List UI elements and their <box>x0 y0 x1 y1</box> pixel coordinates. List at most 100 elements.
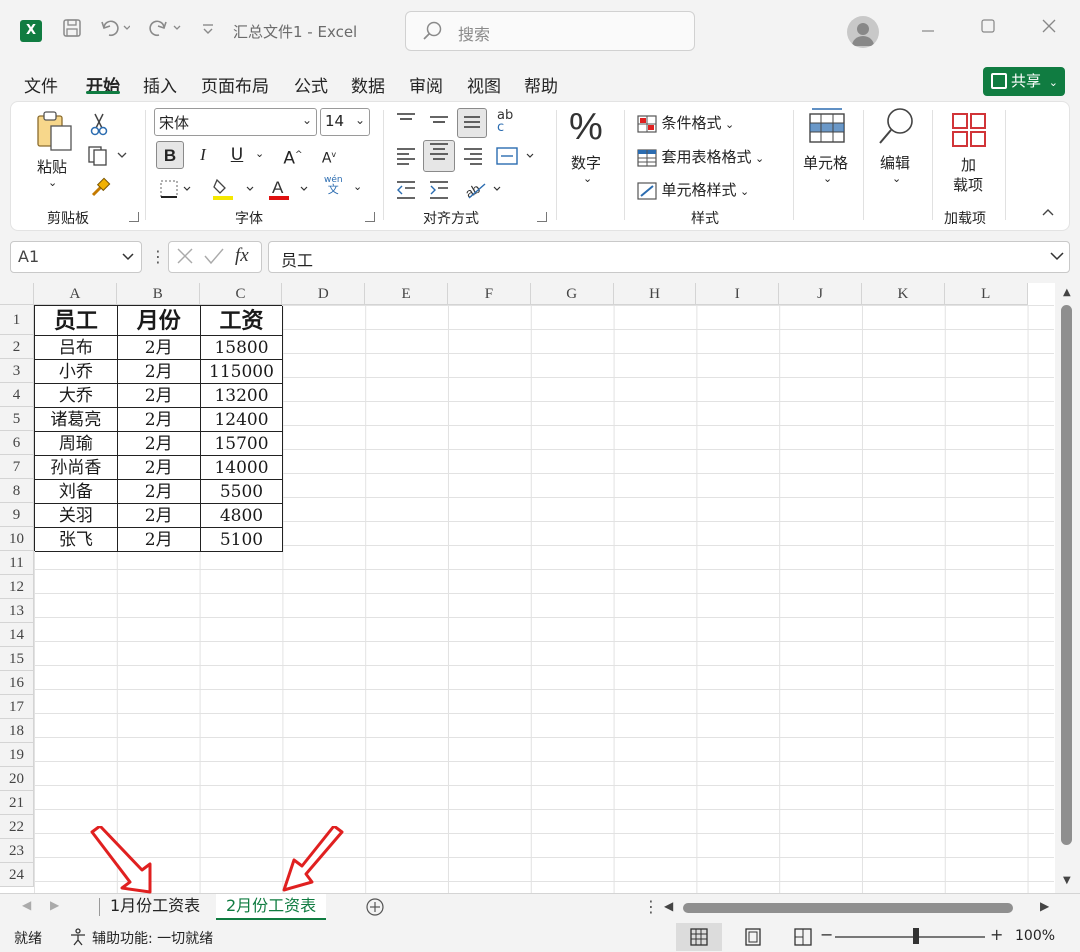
table-cell[interactable]: 张飞 <box>35 528 118 552</box>
row-header[interactable]: 13 <box>0 599 34 623</box>
editing-label[interactable]: 编辑 <box>880 152 910 173</box>
column-header[interactable]: F <box>448 283 531 305</box>
vertical-scrollbar[interactable]: ▲ ▼ <box>1055 283 1080 893</box>
column-header[interactable]: D <box>282 283 366 305</box>
table-cell[interactable]: 12400 <box>200 408 284 432</box>
tab-view[interactable]: 视图 <box>467 72 501 97</box>
tab-page-layout[interactable]: 页面布局 <box>201 72 269 97</box>
percent-icon[interactable]: % <box>569 106 603 149</box>
table-cell[interactable]: 吕布 <box>35 336 118 360</box>
formula-input[interactable]: 员工 <box>268 241 1070 273</box>
table-cell[interactable]: 孙尚香 <box>35 456 118 480</box>
tab-data[interactable]: 数据 <box>351 72 385 97</box>
row-header[interactable]: 6 <box>0 431 34 455</box>
tab-formulas[interactable]: 公式 <box>294 72 328 97</box>
row-header[interactable]: 10 <box>0 527 34 551</box>
table-cell[interactable]: 5500 <box>200 480 284 504</box>
merge-center-icon[interactable] <box>495 145 539 171</box>
tab-review[interactable]: 审阅 <box>409 72 443 97</box>
align-center-icon[interactable] <box>423 140 455 172</box>
scroll-up-icon[interactable]: ▲ <box>1063 287 1071 298</box>
enter-icon[interactable] <box>203 246 225 271</box>
table-cell[interactable]: 2月 <box>117 456 201 480</box>
underline-button[interactable]: U <box>223 141 251 169</box>
table-header-cell[interactable]: 员工 <box>35 306 118 336</box>
normal-view-button[interactable] <box>676 923 722 951</box>
cells-icon[interactable] <box>808 106 846 148</box>
phonetic-guide-icon[interactable]: wén 文 <box>324 175 343 195</box>
font-size-select[interactable]: 14 ⌄ <box>320 108 370 136</box>
table-cell[interactable]: 14000 <box>200 456 284 480</box>
addins-label-line2[interactable]: 载项 <box>953 174 983 195</box>
row-header[interactable]: 18 <box>0 719 34 743</box>
undo-icon[interactable] <box>100 18 131 43</box>
close-icon[interactable] <box>1041 18 1057 39</box>
customize-toolbar-icon[interactable] <box>200 18 216 43</box>
zoom-out-icon[interactable]: − <box>820 925 833 944</box>
row-header[interactable]: 9 <box>0 503 34 527</box>
worksheet-grid[interactable]: ABCDEFGHIJKL 1 2 3 4 5 6 7 8 9 10 11 12 13 14 15 16 17 18… <box>0 283 1080 893</box>
borders-icon[interactable] <box>159 178 193 204</box>
row-header[interactable]: 8 <box>0 479 34 503</box>
copy-icon[interactable] <box>87 145 131 171</box>
expand-formula-icon[interactable] <box>1049 248 1065 268</box>
row-header[interactable]: 22 <box>0 815 34 839</box>
editing-search-icon[interactable] <box>877 106 917 150</box>
row-header[interactable]: 4 <box>0 383 34 407</box>
table-cell[interactable]: 小乔 <box>35 360 118 384</box>
chevron-down-icon[interactable]: ⌄ <box>892 172 901 185</box>
row-header[interactable]: 14 <box>0 623 34 647</box>
scroll-thumb[interactable] <box>1061 305 1072 845</box>
accessibility-icon[interactable] <box>68 927 88 951</box>
row-header[interactable]: 15 <box>0 647 34 671</box>
format-painter-icon[interactable] <box>89 177 111 203</box>
addins-label-line1[interactable]: 加 <box>961 154 976 175</box>
column-header[interactable]: E <box>365 283 448 305</box>
cut-icon[interactable] <box>89 112 109 140</box>
row-header[interactable]: 7 <box>0 455 34 479</box>
paste-icon[interactable] <box>35 110 75 156</box>
cancel-icon[interactable] <box>175 246 195 271</box>
accessibility-status[interactable]: 辅助功能: 一切就绪 <box>92 928 213 948</box>
chevron-down-icon[interactable]: ⌄ <box>583 172 592 185</box>
column-header[interactable]: J <box>779 283 862 305</box>
table-cell[interactable]: 2月 <box>117 504 201 528</box>
increase-font-size-button[interactable]: A^ <box>279 141 307 169</box>
top-align-icon[interactable] <box>395 112 417 132</box>
column-header[interactable]: I <box>696 283 780 305</box>
zoom-level[interactable]: 100% <box>1015 928 1055 944</box>
add-sheet-icon[interactable] <box>365 897 385 921</box>
search-box[interactable]: 搜索 <box>405 11 695 51</box>
column-header[interactable]: H <box>613 283 697 305</box>
save-icon[interactable] <box>62 18 82 43</box>
cells-label[interactable]: 单元格 <box>803 152 848 173</box>
zoom-in-icon[interactable]: + <box>990 925 1003 944</box>
scroll-left-icon[interactable]: ◀ <box>664 899 673 913</box>
table-cell[interactable]: 2月 <box>117 408 201 432</box>
column-header[interactable]: G <box>530 283 614 305</box>
column-header[interactable]: L <box>944 283 1028 305</box>
wrap-text-icon[interactable]: ab c <box>497 109 513 134</box>
decrease-indent-icon[interactable] <box>395 180 417 204</box>
dialog-launcher-icon[interactable] <box>537 212 547 222</box>
scroll-right-icon[interactable]: ▶ <box>1040 899 1049 913</box>
bold-button[interactable]: B <box>156 141 184 169</box>
table-cell[interactable]: 2月 <box>117 360 201 384</box>
row-header[interactable]: 12 <box>0 575 34 599</box>
row-header[interactable]: 2 <box>0 335 34 359</box>
table-header-cell[interactable]: 工资 <box>200 306 284 336</box>
column-header[interactable]: A <box>34 283 117 305</box>
row-header[interactable]: 19 <box>0 743 34 767</box>
tab-insert[interactable]: 插入 <box>143 72 177 97</box>
table-header-cell[interactable]: 月份 <box>117 306 201 336</box>
align-right-icon[interactable] <box>462 146 484 170</box>
format-as-table-button[interactable]: 套用表格格式 ⌄ <box>637 146 764 167</box>
row-header[interactable]: 5 <box>0 407 34 431</box>
chevron-down-icon[interactable]: ⌄ <box>255 147 264 160</box>
table-cell[interactable]: 2月 <box>117 528 201 552</box>
table-cell[interactable]: 大乔 <box>35 384 118 408</box>
row-header[interactable]: 23 <box>0 839 34 863</box>
cell-styles-button[interactable]: 单元格样式 ⌄ <box>637 179 749 200</box>
orientation-icon[interactable]: ab <box>463 178 507 204</box>
table-cell[interactable]: 刘备 <box>35 480 118 504</box>
